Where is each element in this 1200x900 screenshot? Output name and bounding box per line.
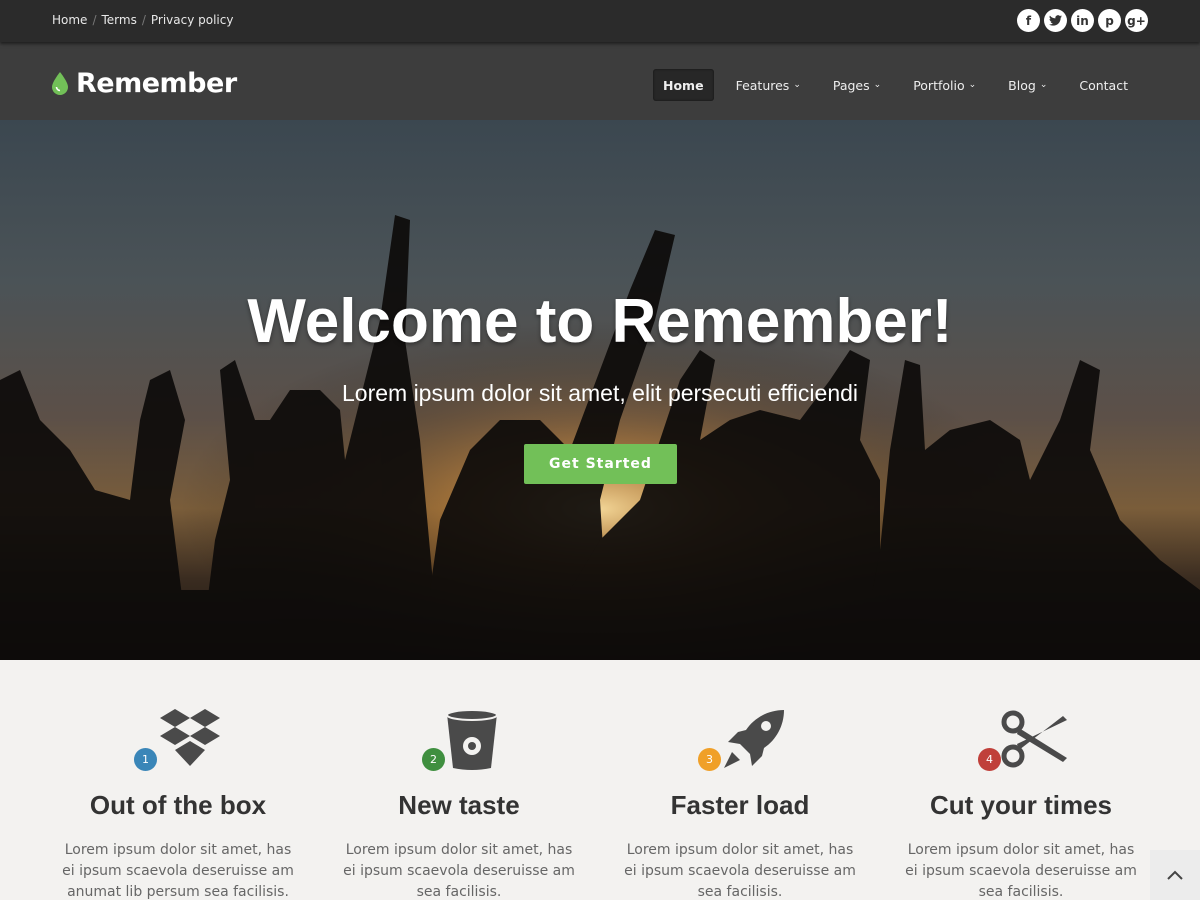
nav-item-home[interactable]: Home [653, 69, 714, 101]
chevron-down-icon: ⌄ [873, 80, 882, 90]
main-menu: Home Features ⌄ Pages ⌄ Portfolio ⌄ Blog ⌄ C… [641, 69, 1138, 101]
top-link-privacy[interactable]: Privacy policy [151, 13, 234, 27]
social-links: f in p g+ [1017, 9, 1148, 32]
twitter-icon[interactable] [1044, 9, 1067, 32]
step-badge: 3 [698, 748, 721, 771]
nav-label: Features [735, 77, 790, 93]
nav-label: Pages [832, 77, 870, 93]
chevron-up-icon [1167, 870, 1183, 880]
linkedin-icon[interactable]: in [1071, 9, 1094, 32]
top-link-terms[interactable]: Terms [101, 13, 136, 27]
back-to-top-button[interactable] [1150, 850, 1200, 900]
feature-description: Lorem ipsum dolor sit amet, has ei ipsum… [343, 842, 575, 900]
feature-description: Lorem ipsum dolor sit amet, has ei ipsum… [624, 842, 856, 900]
get-started-button[interactable]: Get Started [524, 444, 677, 484]
nav-label: Contact [1079, 77, 1128, 93]
separator: / [141, 13, 146, 27]
nav-label: Blog [1008, 77, 1036, 93]
facebook-icon[interactable]: f [1017, 9, 1040, 32]
nav-item-blog[interactable]: Blog ⌄ [998, 69, 1057, 101]
feature-title: Faster load [670, 790, 810, 820]
nav-item-contact[interactable]: Contact [1069, 69, 1138, 101]
feature-description: Lorem ipsum dolor sit amet, has ei ipsum… [905, 842, 1137, 900]
feature-title: Out of the box [89, 790, 267, 820]
step-badge: 2 [422, 748, 445, 771]
nav-item-portfolio[interactable]: Portfolio ⌄ [903, 69, 986, 101]
main-navbar: Remember Home Features ⌄ Pages ⌄ Portfolio… [0, 42, 1200, 120]
top-bar: Home / Terms / Privacy policy f in p g+ [0, 0, 1200, 42]
bucket-icon [446, 709, 498, 770]
nav-item-pages[interactable]: Pages ⌄ [823, 69, 891, 101]
nav-label: Home [663, 77, 704, 93]
hero-subtitle: Lorem ipsum dolor sit amet, elit persecu… [341, 380, 859, 406]
top-links: Home / Terms / Privacy policy [52, 13, 233, 27]
pinterest-icon[interactable]: p [1098, 9, 1121, 32]
feature-title: Cut your times [929, 790, 1113, 820]
chevron-down-icon: ⌄ [1039, 80, 1048, 90]
hero-section: Welcome to Remember! Lorem ipsum dolor s… [0, 120, 1200, 660]
drop-icon [52, 71, 68, 95]
feature-description: Lorem ipsum dolor sit amet, has ei ipsum… [62, 842, 294, 900]
nav-item-features[interactable]: Features ⌄ [726, 69, 811, 101]
nav-label: Portfolio [913, 77, 965, 93]
step-badge: 4 [978, 748, 1001, 771]
hero-title: Welcome to Remember! [247, 287, 953, 356]
google-plus-icon[interactable]: g+ [1125, 9, 1148, 32]
feature-title: New taste [398, 790, 520, 820]
rocket-icon [724, 710, 784, 768]
chevron-down-icon: ⌄ [793, 80, 801, 90]
scissors-icon [1001, 710, 1067, 768]
separator: / [92, 13, 97, 27]
top-link-home[interactable]: Home [52, 13, 87, 27]
logo[interactable]: Remember [52, 68, 237, 99]
brand-name: Remember [76, 68, 237, 99]
chevron-down-icon: ⌄ [968, 80, 977, 90]
dropbox-icon [160, 709, 220, 766]
step-badge: 1 [134, 748, 157, 771]
features-section: 1 Out of the box Lorem ipsum dolor sit a… [0, 660, 1200, 900]
